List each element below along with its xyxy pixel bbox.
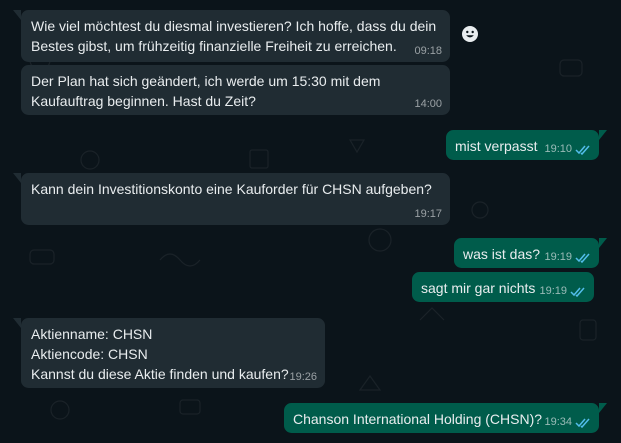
emoji-smiley-icon [462, 26, 478, 42]
message-time: 09:18 [414, 45, 442, 57]
bubble-tail [599, 130, 607, 140]
message-time: 19:19 [539, 285, 567, 297]
message-meta: 19:34 [544, 415, 591, 429]
chat-message-list: Wie viel möchtest du diesmal investieren… [0, 0, 621, 443]
bubble-tail [599, 238, 607, 248]
message-bubble-outgoing[interactable]: sagt mir gar nichts 19:19 [412, 272, 594, 302]
bubble-tail [13, 173, 21, 183]
bubble-tail [13, 318, 21, 328]
message-bubble-outgoing[interactable]: Chanson International Holding (CHSN)? 19… [284, 403, 607, 433]
read-double-check-icon [570, 287, 585, 297]
message-time: 14:00 [414, 98, 442, 110]
message-meta: 19:19 [539, 284, 586, 298]
message-meta: 14:00 [414, 97, 442, 111]
message-text: Wie viel möchtest du diesmal investieren… [31, 18, 437, 54]
message-time: 19:26 [289, 371, 317, 383]
message-time: 19:17 [414, 208, 442, 220]
message-text: Kann dein Investitionskonto eine Kauford… [31, 181, 432, 197]
bubble-tail [599, 403, 607, 413]
message-bubble-outgoing[interactable]: mist verpasst 19:10 [446, 130, 607, 160]
message-meta: 19:17 [414, 207, 442, 221]
message-bubble-outgoing[interactable]: was ist das? 19:19 [454, 238, 607, 268]
message-bubble-incoming[interactable]: Wie viel möchtest du diesmal investieren… [13, 10, 450, 62]
message-meta: 09:18 [414, 44, 442, 58]
message-bubble-incoming[interactable]: Der Plan hat sich geändert, ich werde um… [21, 65, 450, 115]
message-meta: 19:19 [544, 250, 591, 264]
message-text: Der Plan hat sich geändert, ich werde um… [31, 73, 381, 109]
read-double-check-icon [575, 145, 590, 155]
message-time: 19:34 [544, 416, 572, 428]
message-time: 19:19 [544, 251, 572, 263]
read-double-check-icon [575, 418, 590, 428]
message-meta: 19:26 [289, 370, 317, 384]
message-bubble-incoming[interactable]: Aktienname: CHSN Aktiencode: CHSN Kannst… [13, 318, 325, 388]
message-time: 19:10 [544, 143, 572, 155]
message-text: Aktienname: CHSN Aktiencode: CHSN Kannst… [31, 326, 289, 382]
message-meta: 19:10 [544, 142, 591, 156]
read-double-check-icon [575, 253, 590, 263]
emoji-reaction-button[interactable] [460, 24, 480, 44]
bubble-tail [13, 10, 21, 20]
message-bubble-incoming[interactable]: Kann dein Investitionskonto eine Kauford… [13, 173, 450, 225]
